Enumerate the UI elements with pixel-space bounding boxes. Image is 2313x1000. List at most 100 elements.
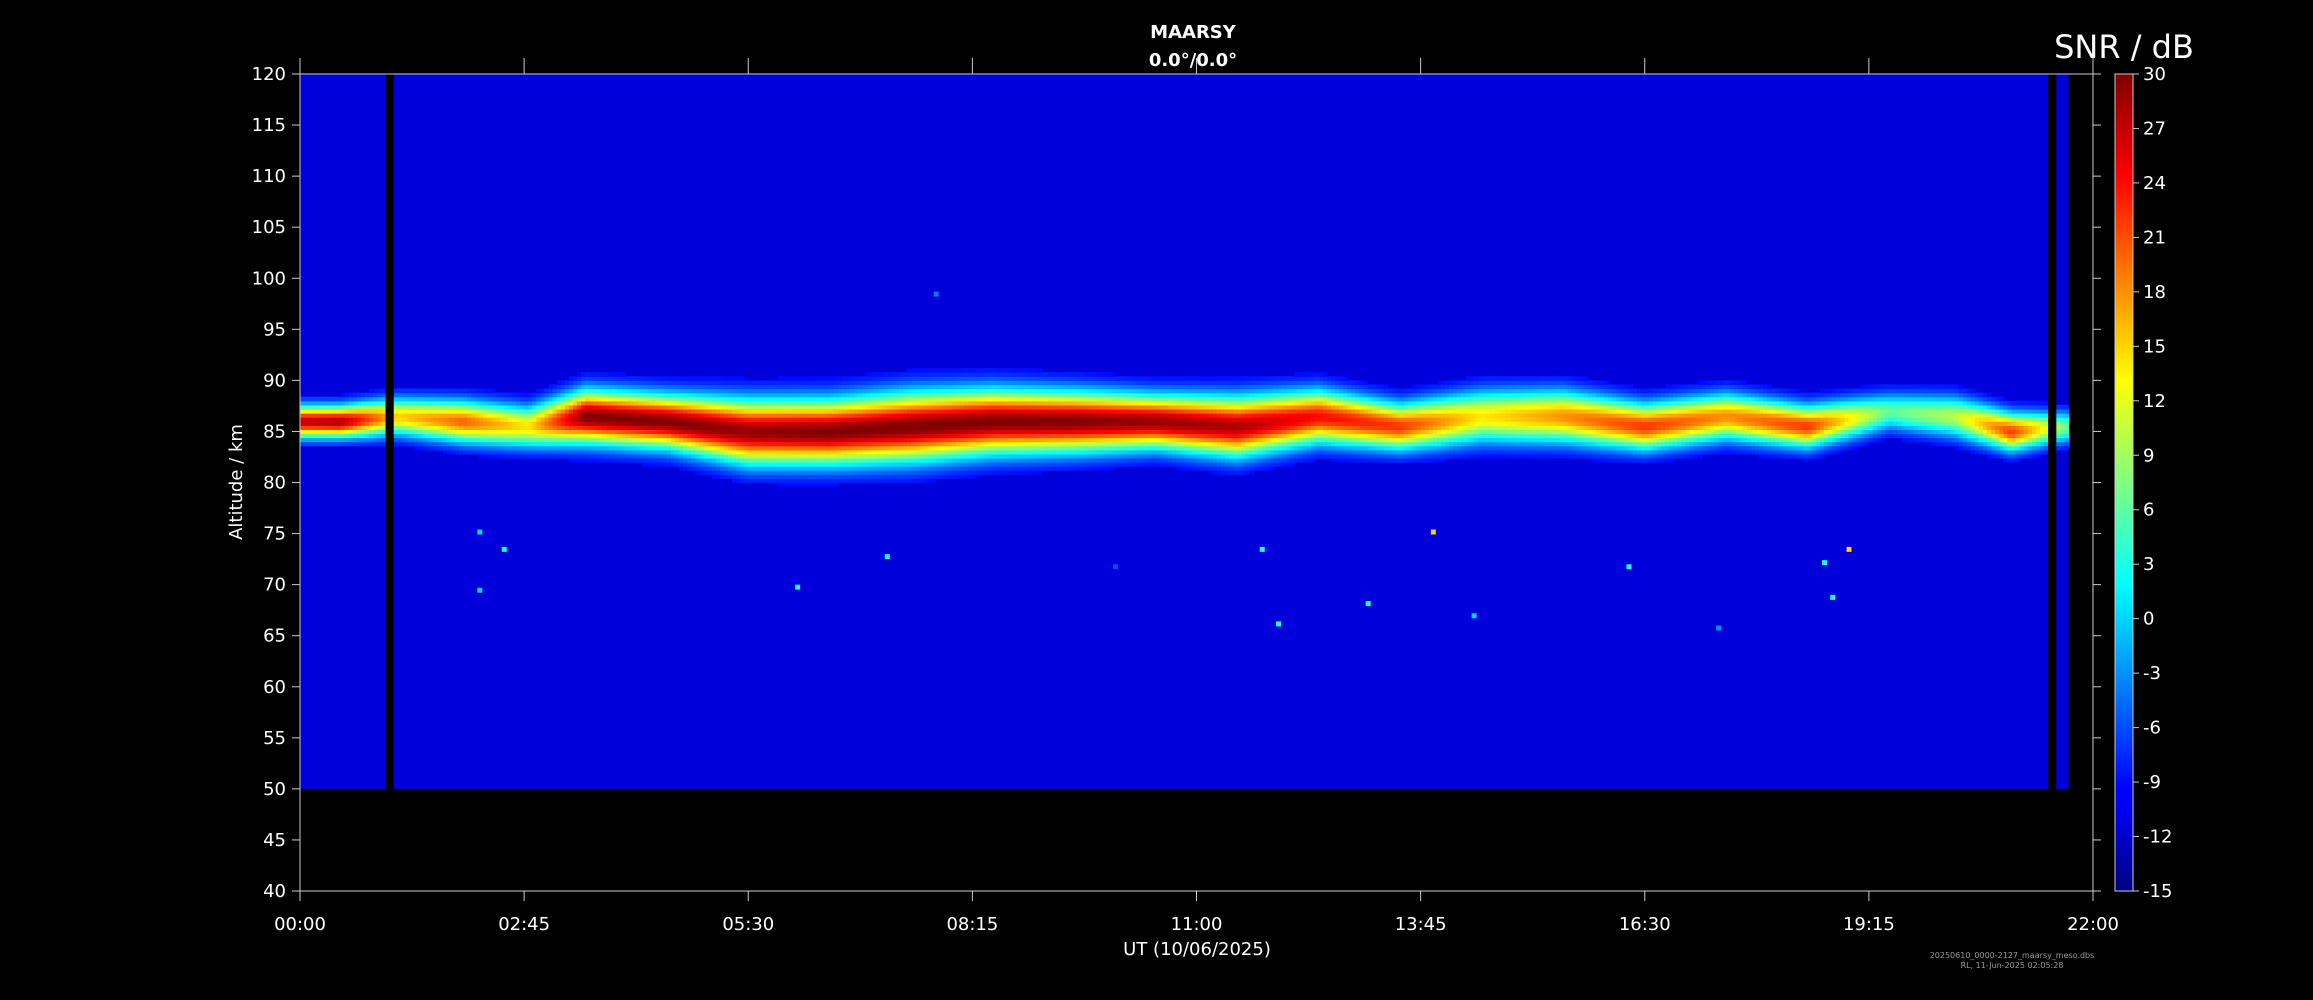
heatmap-cell	[972, 413, 978, 418]
heatmap-cell	[1167, 404, 1173, 410]
heatmap-cell	[825, 462, 831, 467]
heatmap-cell	[947, 376, 953, 381]
heatmap-cell	[646, 462, 652, 467]
heatmap-cell	[1139, 429, 1145, 435]
heatmap-cell	[585, 372, 590, 377]
heatmap-cell	[560, 396, 566, 402]
heatmap-cell	[890, 392, 896, 398]
heatmap-cell	[715, 433, 721, 439]
heatmap-cell	[727, 376, 733, 381]
heatmap-cell	[605, 421, 611, 426]
heatmap-cell	[1094, 413, 1100, 418]
heatmap-cell	[479, 425, 484, 430]
heatmap-cell	[813, 388, 819, 394]
heatmap-cell	[511, 425, 517, 430]
heatmap-cell	[772, 462, 778, 467]
heatmap-cell	[426, 392, 431, 398]
heatmap-cell	[515, 433, 521, 439]
heatmap-cell	[931, 433, 937, 439]
heatmap-cell	[784, 478, 790, 484]
heatmap-cell	[1098, 441, 1104, 447]
heatmap-cell	[340, 441, 346, 447]
heatmap-cell	[1013, 376, 1018, 381]
heatmap-cell	[760, 437, 766, 443]
heatmap-cell	[515, 429, 521, 435]
heatmap-cell	[1200, 380, 1206, 386]
heatmap-cell	[1135, 388, 1141, 394]
heatmap-cell	[458, 392, 464, 398]
heatmap-cell	[931, 470, 937, 475]
heatmap-cell	[1053, 392, 1059, 398]
heatmap-cell	[821, 400, 827, 406]
heatmap-cell	[1167, 388, 1173, 394]
heatmap-cell	[1131, 462, 1136, 467]
heatmap-cell	[776, 413, 782, 418]
heatmap-cell	[797, 433, 802, 439]
heatmap-cell	[1013, 453, 1018, 459]
heatmap-cell	[850, 400, 855, 406]
heatmap-cell	[1216, 462, 1222, 467]
heatmap-cell	[919, 380, 925, 386]
heatmap-cell	[919, 396, 925, 402]
heatmap-cell	[744, 425, 749, 430]
heatmap-cell	[585, 404, 590, 410]
heatmap-cell	[829, 425, 835, 430]
heatmap-cell	[556, 417, 562, 422]
heatmap-cell	[1119, 388, 1124, 394]
heatmap-cell	[740, 421, 745, 426]
heatmap-cell	[748, 425, 753, 430]
heatmap-cell	[1208, 392, 1214, 398]
heatmap-cell	[968, 404, 973, 410]
heatmap-cell	[1000, 457, 1006, 463]
heatmap-cell	[674, 404, 680, 410]
heatmap-cell	[1167, 449, 1173, 455]
heatmap-cell	[1037, 449, 1043, 455]
heatmap-cell	[650, 384, 656, 390]
heatmap-cell	[748, 462, 753, 467]
heatmap-cell	[882, 396, 888, 402]
heatmap-cell	[731, 449, 737, 455]
heatmap-cell	[764, 404, 770, 410]
heatmap-cell	[405, 425, 411, 430]
heatmap-cell	[821, 441, 827, 447]
heatmap-cell	[377, 433, 383, 439]
heatmap-cell	[903, 466, 908, 471]
heatmap-cell	[943, 433, 949, 439]
heatmap-cell	[727, 388, 733, 394]
heatmap-cell	[789, 449, 794, 455]
heatmap-cell	[1229, 425, 1234, 430]
heatmap-cell	[740, 396, 745, 402]
heatmap-cell	[1127, 404, 1132, 410]
heatmap-cell	[560, 433, 566, 439]
heatmap-cell	[911, 400, 916, 406]
heatmap-cell	[952, 368, 957, 373]
heatmap-cell	[471, 421, 476, 426]
heatmap-cell	[1176, 388, 1181, 394]
heatmap-cell	[947, 453, 953, 459]
heatmap-cell	[992, 462, 998, 467]
heatmap-cell	[817, 462, 823, 467]
heatmap-cell	[1167, 445, 1173, 451]
heatmap-cell	[756, 462, 762, 467]
heatmap-cell	[1017, 441, 1022, 447]
heatmap-cell	[1062, 433, 1067, 439]
heatmap-cell	[841, 388, 847, 394]
heatmap-cell	[789, 441, 794, 447]
heatmap-cell	[784, 433, 790, 439]
heatmap-cell	[813, 376, 819, 381]
heatmap-cell	[511, 429, 517, 435]
heatmap-cell	[784, 437, 790, 443]
heatmap-cell	[634, 425, 639, 430]
heatmap-cell	[308, 433, 313, 439]
heatmap-cell	[1204, 433, 1210, 439]
heatmap-cell	[1216, 413, 1222, 418]
heatmap-cell	[780, 457, 786, 463]
heatmap-cell	[1049, 449, 1055, 455]
heatmap-cell	[564, 388, 570, 394]
heatmap-cell	[1115, 380, 1120, 386]
heatmap-cell	[878, 376, 884, 381]
heatmap-cell	[1229, 408, 1234, 414]
heatmap-cell	[752, 413, 757, 418]
heatmap-cell	[1127, 429, 1132, 435]
heatmap-cell	[776, 404, 782, 410]
